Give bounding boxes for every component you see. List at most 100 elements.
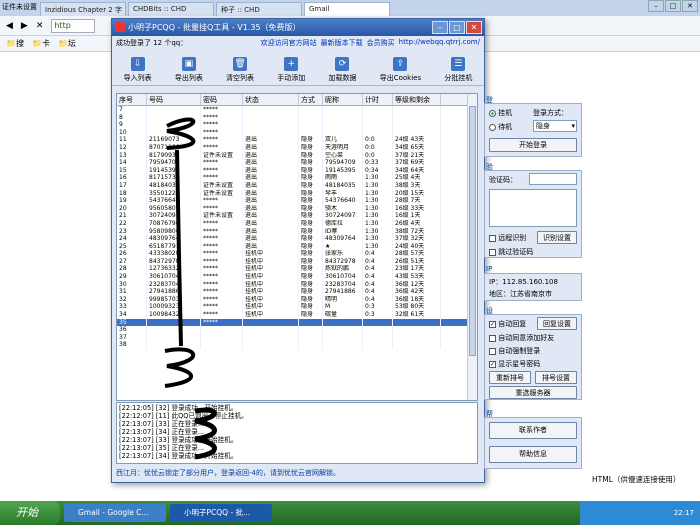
table-cell: 隐身 xyxy=(299,189,323,198)
table-cell: 30610704 xyxy=(323,273,363,281)
browser-tab-strip: Inzidious Chapter 2 字 CHDBits :: CHD 种子 … xyxy=(0,0,700,16)
table-cell: 双儿 xyxy=(323,136,363,144)
download-link[interactable]: 最新版本下载 xyxy=(321,38,363,48)
table-cell xyxy=(299,128,323,137)
help-group: 联系作者 帮助信息 xyxy=(484,417,582,469)
column-header[interactable]: 密码 xyxy=(201,94,243,105)
log-panel[interactable]: [22:12:05] [32] 登录成功，开始挂机。 [22:12:07] [1… xyxy=(116,402,478,464)
table-cell xyxy=(393,113,441,122)
basic-html-link[interactable]: HTML（供慢速连接使用） xyxy=(592,474,680,485)
scrollbar-thumb[interactable] xyxy=(469,106,476,356)
show-password-checkbox[interactable]: ✓ 显示星号密码 xyxy=(489,359,540,369)
manual-add-button[interactable]: + 手动添加 xyxy=(277,57,305,83)
auto-accept-friend-checkbox[interactable]: 自动同意添加好友 xyxy=(489,333,554,343)
taskbar-item-gmail[interactable]: Gmail - Google C... xyxy=(64,504,166,522)
browser-tab-gmail[interactable]: Gmail xyxy=(304,2,390,16)
remote-recognize-checkbox[interactable]: 远程识别 xyxy=(489,233,526,243)
table-cell xyxy=(299,113,323,122)
wait-radio[interactable]: 待机 xyxy=(489,122,512,132)
official-site-link[interactable]: 欢迎访问官方网站 xyxy=(261,38,317,48)
browser-tab[interactable]: CHDBits :: CHD xyxy=(128,2,214,16)
help-info-button[interactable]: 帮助信息 xyxy=(489,446,577,463)
table-cell: 挂机中 xyxy=(243,257,299,266)
browser-tab[interactable]: Inzidious Chapter 2 字 xyxy=(40,2,126,16)
load-data-button[interactable]: ⟳ 加载数据 xyxy=(328,57,356,83)
column-header[interactable]: 方式 xyxy=(299,94,323,105)
maximize-icon[interactable]: □ xyxy=(665,0,681,12)
table-cell: 退出 xyxy=(243,143,299,152)
table-cell: 0:33 xyxy=(363,159,393,167)
number-settings-button[interactable]: 排号设置 xyxy=(535,371,577,384)
renumber-button[interactable]: 重新排号 xyxy=(489,371,531,384)
bookmark-item[interactable]: 📁坛 xyxy=(58,38,76,49)
table-cell: 退出 xyxy=(243,166,299,175)
table-cell: 退出 xyxy=(243,219,299,228)
table-cell xyxy=(393,318,441,327)
table-cell: 28级 7天 xyxy=(393,197,441,205)
column-header[interactable]: 等级和剩余 xyxy=(393,94,441,105)
contact-author-button[interactable]: 联系作者 xyxy=(489,422,577,439)
table-cell: 29 xyxy=(117,273,147,281)
app-minimize-button[interactable]: – xyxy=(432,21,448,34)
skip-captcha-checkbox[interactable]: 跳过验证码 xyxy=(489,247,533,257)
browser-tab[interactable]: 种子 :: CHD xyxy=(216,2,302,16)
bookmark-item[interactable]: 📁卡 xyxy=(32,38,50,49)
back-icon[interactable]: ◀ xyxy=(6,21,13,31)
start-button[interactable]: 开始 xyxy=(0,501,60,525)
clear-list-button[interactable]: 🗑 清空列表 xyxy=(226,57,254,83)
taskbar-item-pcqq[interactable]: 小明子PCQQ - 批... xyxy=(170,504,272,522)
column-header[interactable]: 计时 xyxy=(363,94,393,105)
reselect-server-button[interactable]: 重选服务器 xyxy=(489,386,577,399)
table-cell: 隐身 xyxy=(299,159,323,167)
table-cell: 25 xyxy=(117,242,147,251)
auto-force-login-checkbox[interactable]: 自动强制登录 xyxy=(489,346,540,356)
table-cell: 退出 xyxy=(243,159,299,167)
export-cookies-button[interactable]: ⇪ 导出Cookies xyxy=(380,57,421,83)
table-cell: 20 xyxy=(117,204,147,213)
captcha-input[interactable] xyxy=(529,173,577,185)
app-maximize-button[interactable]: □ xyxy=(449,21,465,34)
table-cell: 48184035 xyxy=(323,181,363,190)
reply-settings-button[interactable]: 回复设置 xyxy=(537,317,577,330)
hang-radio[interactable]: 挂机 xyxy=(489,108,512,118)
checkbox-icon xyxy=(489,334,496,342)
table-cell: 1:30 xyxy=(363,189,393,198)
column-header[interactable]: 状态 xyxy=(243,94,299,105)
stop-icon[interactable]: ✕ xyxy=(36,21,44,31)
table-cell: 38 xyxy=(117,341,147,349)
table-cell: 43级 53天 xyxy=(393,273,441,281)
column-header[interactable]: 序号 xyxy=(117,94,147,105)
account-table[interactable]: 序号 号码 密码 状态 方式 昵称 计时 等级和剩余 7 ***** 8 ***** 9… xyxy=(116,93,478,401)
recognize-settings-button[interactable]: 识别设置 xyxy=(537,231,577,244)
column-header[interactable]: 昵称 xyxy=(323,94,363,105)
address-bar[interactable]: http xyxy=(51,18,96,33)
import-list-button[interactable]: ⇩ 导入列表 xyxy=(124,57,152,83)
table-cell: 碳量 xyxy=(323,311,363,319)
login-mode-select[interactable]: 隐身 ▾ xyxy=(533,120,577,132)
start-login-button[interactable]: 开始登录 xyxy=(489,138,577,152)
bookmark-label: 搜 xyxy=(15,39,24,48)
table-cell: 53级 80天 xyxy=(393,303,441,312)
column-header[interactable]: 号码 xyxy=(147,94,201,105)
minimize-icon[interactable]: – xyxy=(648,0,664,12)
table-cell: 炼狱的鹏 xyxy=(323,265,363,274)
forward-icon[interactable]: ▶ xyxy=(21,21,28,31)
batch-hang-button[interactable]: ☰ 分批挂机 xyxy=(444,57,472,83)
bookmark-item[interactable]: 📁搜 xyxy=(6,38,24,49)
table-scrollbar[interactable] xyxy=(467,94,477,400)
scribble-redaction xyxy=(164,117,196,388)
vip-link[interactable]: 会员购买 xyxy=(367,38,395,48)
table-cell: 隐身 xyxy=(299,212,323,220)
trash-icon: 🗑 xyxy=(233,57,248,71)
table-header: 序号 号码 密码 状态 方式 昵称 计时 等级和剩余 xyxy=(117,94,477,106)
export-list-button[interactable]: ▣ 导出列表 xyxy=(175,57,203,83)
close-icon[interactable]: ✕ xyxy=(682,0,698,12)
table-cell: ID寨 xyxy=(323,227,363,236)
toolbar-label: 分批挂机 xyxy=(444,74,473,82)
url-link[interactable]: http://webqq.qtrrj.com/ xyxy=(399,38,480,48)
table-cell xyxy=(393,121,441,129)
table-cell: 27 xyxy=(117,257,147,266)
auto-reply-checkbox[interactable]: ✓ 自动回复 xyxy=(489,319,526,329)
app-close-button[interactable]: ✕ xyxy=(466,21,482,34)
table-cell: 16 xyxy=(117,174,147,182)
